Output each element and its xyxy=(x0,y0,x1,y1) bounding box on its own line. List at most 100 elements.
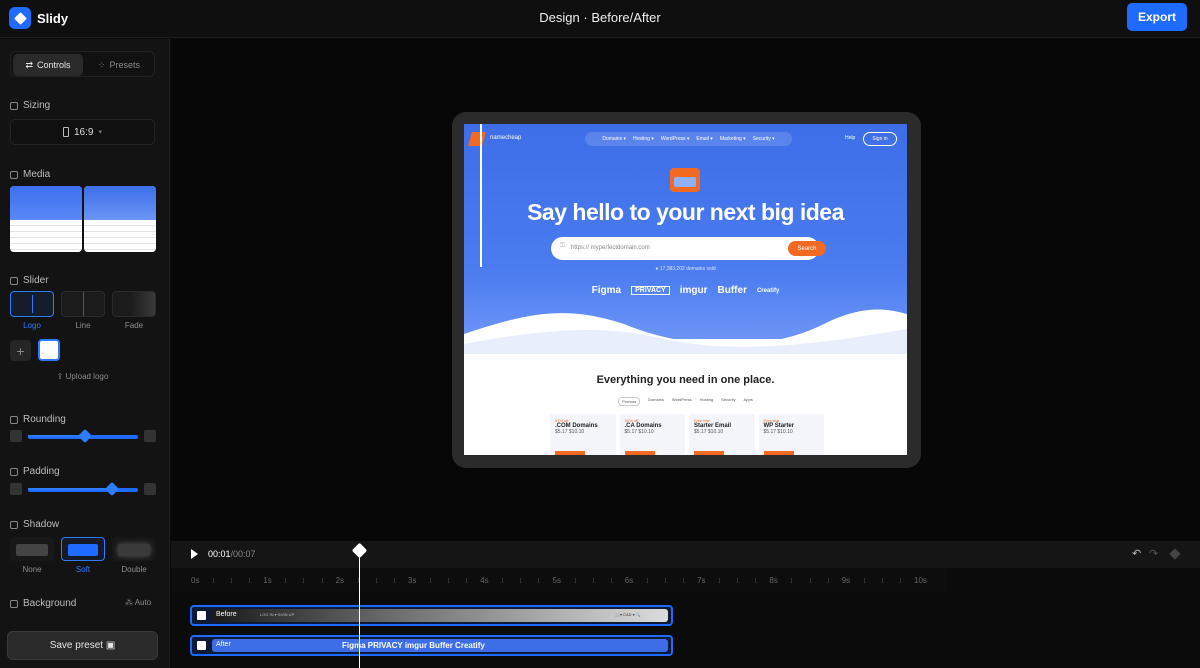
slider-label-fade: Fade xyxy=(124,321,144,330)
shadow-label-none: None xyxy=(22,565,42,574)
ruler-tick-label: 9s xyxy=(841,576,851,585)
device-icon xyxy=(63,127,69,137)
ruler-tick-mark xyxy=(791,578,793,583)
site-nav: namecheap Domains ▾ Hosting ▾ WordPress ▾ E… xyxy=(464,124,907,154)
export-button[interactable]: Export xyxy=(1127,3,1187,31)
namecheap-logo-icon xyxy=(468,132,486,146)
ruler-tick-mark xyxy=(393,578,395,583)
ruler-tick-mark xyxy=(610,578,612,583)
site-sold-count: ● 17,383,202 domains sold xyxy=(655,266,716,272)
ruler-tick-mark xyxy=(755,578,757,583)
ruler-tick-mark xyxy=(664,578,666,583)
ruler-tick-mark xyxy=(285,578,287,583)
shadow-option-none[interactable] xyxy=(10,537,54,561)
media-title: Media xyxy=(10,169,50,180)
ruler-tick-mark xyxy=(683,578,685,583)
preview-screen: namecheap Domains ▾ Hosting ▾ WordPress ▾ E… xyxy=(464,124,907,455)
ruler-tick-label: 8s xyxy=(769,576,778,585)
site-search-bar: ⚿ https:// myperfectdomain.com Search xyxy=(551,237,826,260)
tab-controls[interactable]: ⇄ Controls xyxy=(13,54,83,76)
track-before[interactable]: Before LOG IN ▾ SIGN UP 🛒▾ CAD ▾ 🔍 xyxy=(190,605,673,626)
background-icon xyxy=(10,599,18,608)
ruler-tick-mark xyxy=(375,578,377,583)
site-nav-links: Domains ▾ Hosting ▾ WordPress ▾ Email ▾ Mark… xyxy=(585,132,792,146)
ruler-tick-mark xyxy=(574,578,576,583)
shadow-option-double[interactable] xyxy=(112,537,156,561)
padding-slider[interactable] xyxy=(10,481,156,497)
add-logo-button[interactable]: + xyxy=(10,340,31,361)
keyframe-icon[interactable] xyxy=(1169,548,1181,560)
shadow-option-soft[interactable] xyxy=(61,537,105,561)
timeline-ruler[interactable]: 0s 1s 2s 3s 4s 5s 6s 7s 8s 9s 10s xyxy=(171,568,947,592)
track-label-after: After xyxy=(216,641,231,648)
rounding-icon xyxy=(10,415,18,424)
site-signin: Sign in xyxy=(863,132,897,146)
aspect-ratio-select[interactable]: 16:9 ▾ xyxy=(10,119,155,145)
shadow-icon xyxy=(10,520,18,529)
background-auto-toggle[interactable]: ⁂ Auto xyxy=(125,598,151,607)
slider-title: Slider xyxy=(10,275,49,286)
slider-option-fade[interactable] xyxy=(112,291,156,317)
background-title: Background xyxy=(10,598,76,609)
shadow-label-double: Double xyxy=(121,565,147,574)
slider-label-line: Line xyxy=(75,321,91,330)
undo-icon[interactable]: ↶ xyxy=(1132,547,1141,560)
padding-title: Padding xyxy=(10,466,60,477)
ruler-tick-label: 5s xyxy=(552,576,561,585)
site-headline: Say hello to your next big idea xyxy=(527,199,844,225)
play-icon[interactable] xyxy=(191,549,198,559)
ruler-tick-mark xyxy=(737,578,739,583)
after-strip-text: Figma PRIVACY imgur Buffer Creatify xyxy=(342,641,485,650)
ruler-tick-mark xyxy=(429,578,431,583)
sizing-title: Sizing xyxy=(10,100,50,111)
site-cards: 57% off .COM Domains $5.17 $10.10 30% off.… xyxy=(550,414,824,455)
ruler-tick-mark xyxy=(881,578,883,583)
site-card: 30% off .CA Domains $5.17 $10.10 xyxy=(619,414,685,455)
resize-icon xyxy=(10,101,18,110)
site-section-title: Everything you need in one place. xyxy=(596,374,775,386)
track-after[interactable]: After Figma PRIVACY imgur Buffer Creatif… xyxy=(190,635,673,656)
redo-icon[interactable]: ↷ xyxy=(1149,547,1158,560)
shadow-title: Shadow xyxy=(10,519,59,530)
padding-icon xyxy=(10,467,18,476)
site-card: Free trial Starter Email $5.17 $10.10 xyxy=(689,414,755,455)
slider-option-line[interactable] xyxy=(61,291,105,317)
media-thumb-after[interactable] xyxy=(84,186,156,252)
presets-icon: ⁘ xyxy=(97,59,106,70)
before-strip-right: 🛒▾ CAD ▾ 🔍 xyxy=(615,612,641,617)
sidebar: ⇄ Controls ⁘ Presets Sizing 16:9 ▾ Media Sl… xyxy=(0,39,170,668)
save-icon: ▣ xyxy=(103,640,116,651)
ruler-tick-mark xyxy=(538,578,540,583)
ruler-tick-mark xyxy=(448,578,450,583)
ruler-tick-mark xyxy=(592,578,594,583)
time-display: 00:01/00:07 xyxy=(208,549,256,559)
rounding-slider[interactable] xyxy=(10,428,156,444)
playhead-line[interactable] xyxy=(359,548,360,668)
rounding-title: Rounding xyxy=(10,414,66,425)
site-brand: namecheap xyxy=(490,135,522,141)
upload-logo-button[interactable]: ⇪ Upload logo xyxy=(10,372,155,381)
ruler-tick-label: 3s xyxy=(407,576,417,585)
hero-wave xyxy=(464,309,907,354)
media-thumb-before[interactable] xyxy=(10,186,82,252)
logo-color-swatch[interactable] xyxy=(38,339,60,361)
slider-icon xyxy=(10,276,18,285)
tab-presets[interactable]: ⁘ Presets xyxy=(84,54,154,76)
slider-label-logo: Logo xyxy=(23,321,41,330)
before-after-divider-handle[interactable] xyxy=(480,124,482,267)
ruler-tick-mark xyxy=(249,578,251,583)
sliders-icon: ⇄ xyxy=(25,59,34,70)
ruler-tick-label: 4s xyxy=(480,576,489,585)
chevron-down-icon: ▾ xyxy=(98,129,102,136)
site-card: 57% off .COM Domains $5.17 $10.10 xyxy=(550,414,616,455)
slider-option-logo[interactable] xyxy=(10,291,54,317)
upload-icon: ⇪ xyxy=(56,372,66,381)
save-preset-button[interactable]: Save preset ▣ xyxy=(7,631,158,660)
before-strip-text: LOG IN ▾ SIGN UP xyxy=(260,612,295,617)
ruler-tick-mark xyxy=(863,578,865,583)
shadow-label-soft: Soft xyxy=(75,565,91,574)
ruler-tick-mark xyxy=(899,578,901,583)
lock-icon: ⚿ xyxy=(560,243,565,249)
ruler-tick-mark xyxy=(502,578,504,583)
ruler-tick-label: 7s xyxy=(697,576,706,585)
